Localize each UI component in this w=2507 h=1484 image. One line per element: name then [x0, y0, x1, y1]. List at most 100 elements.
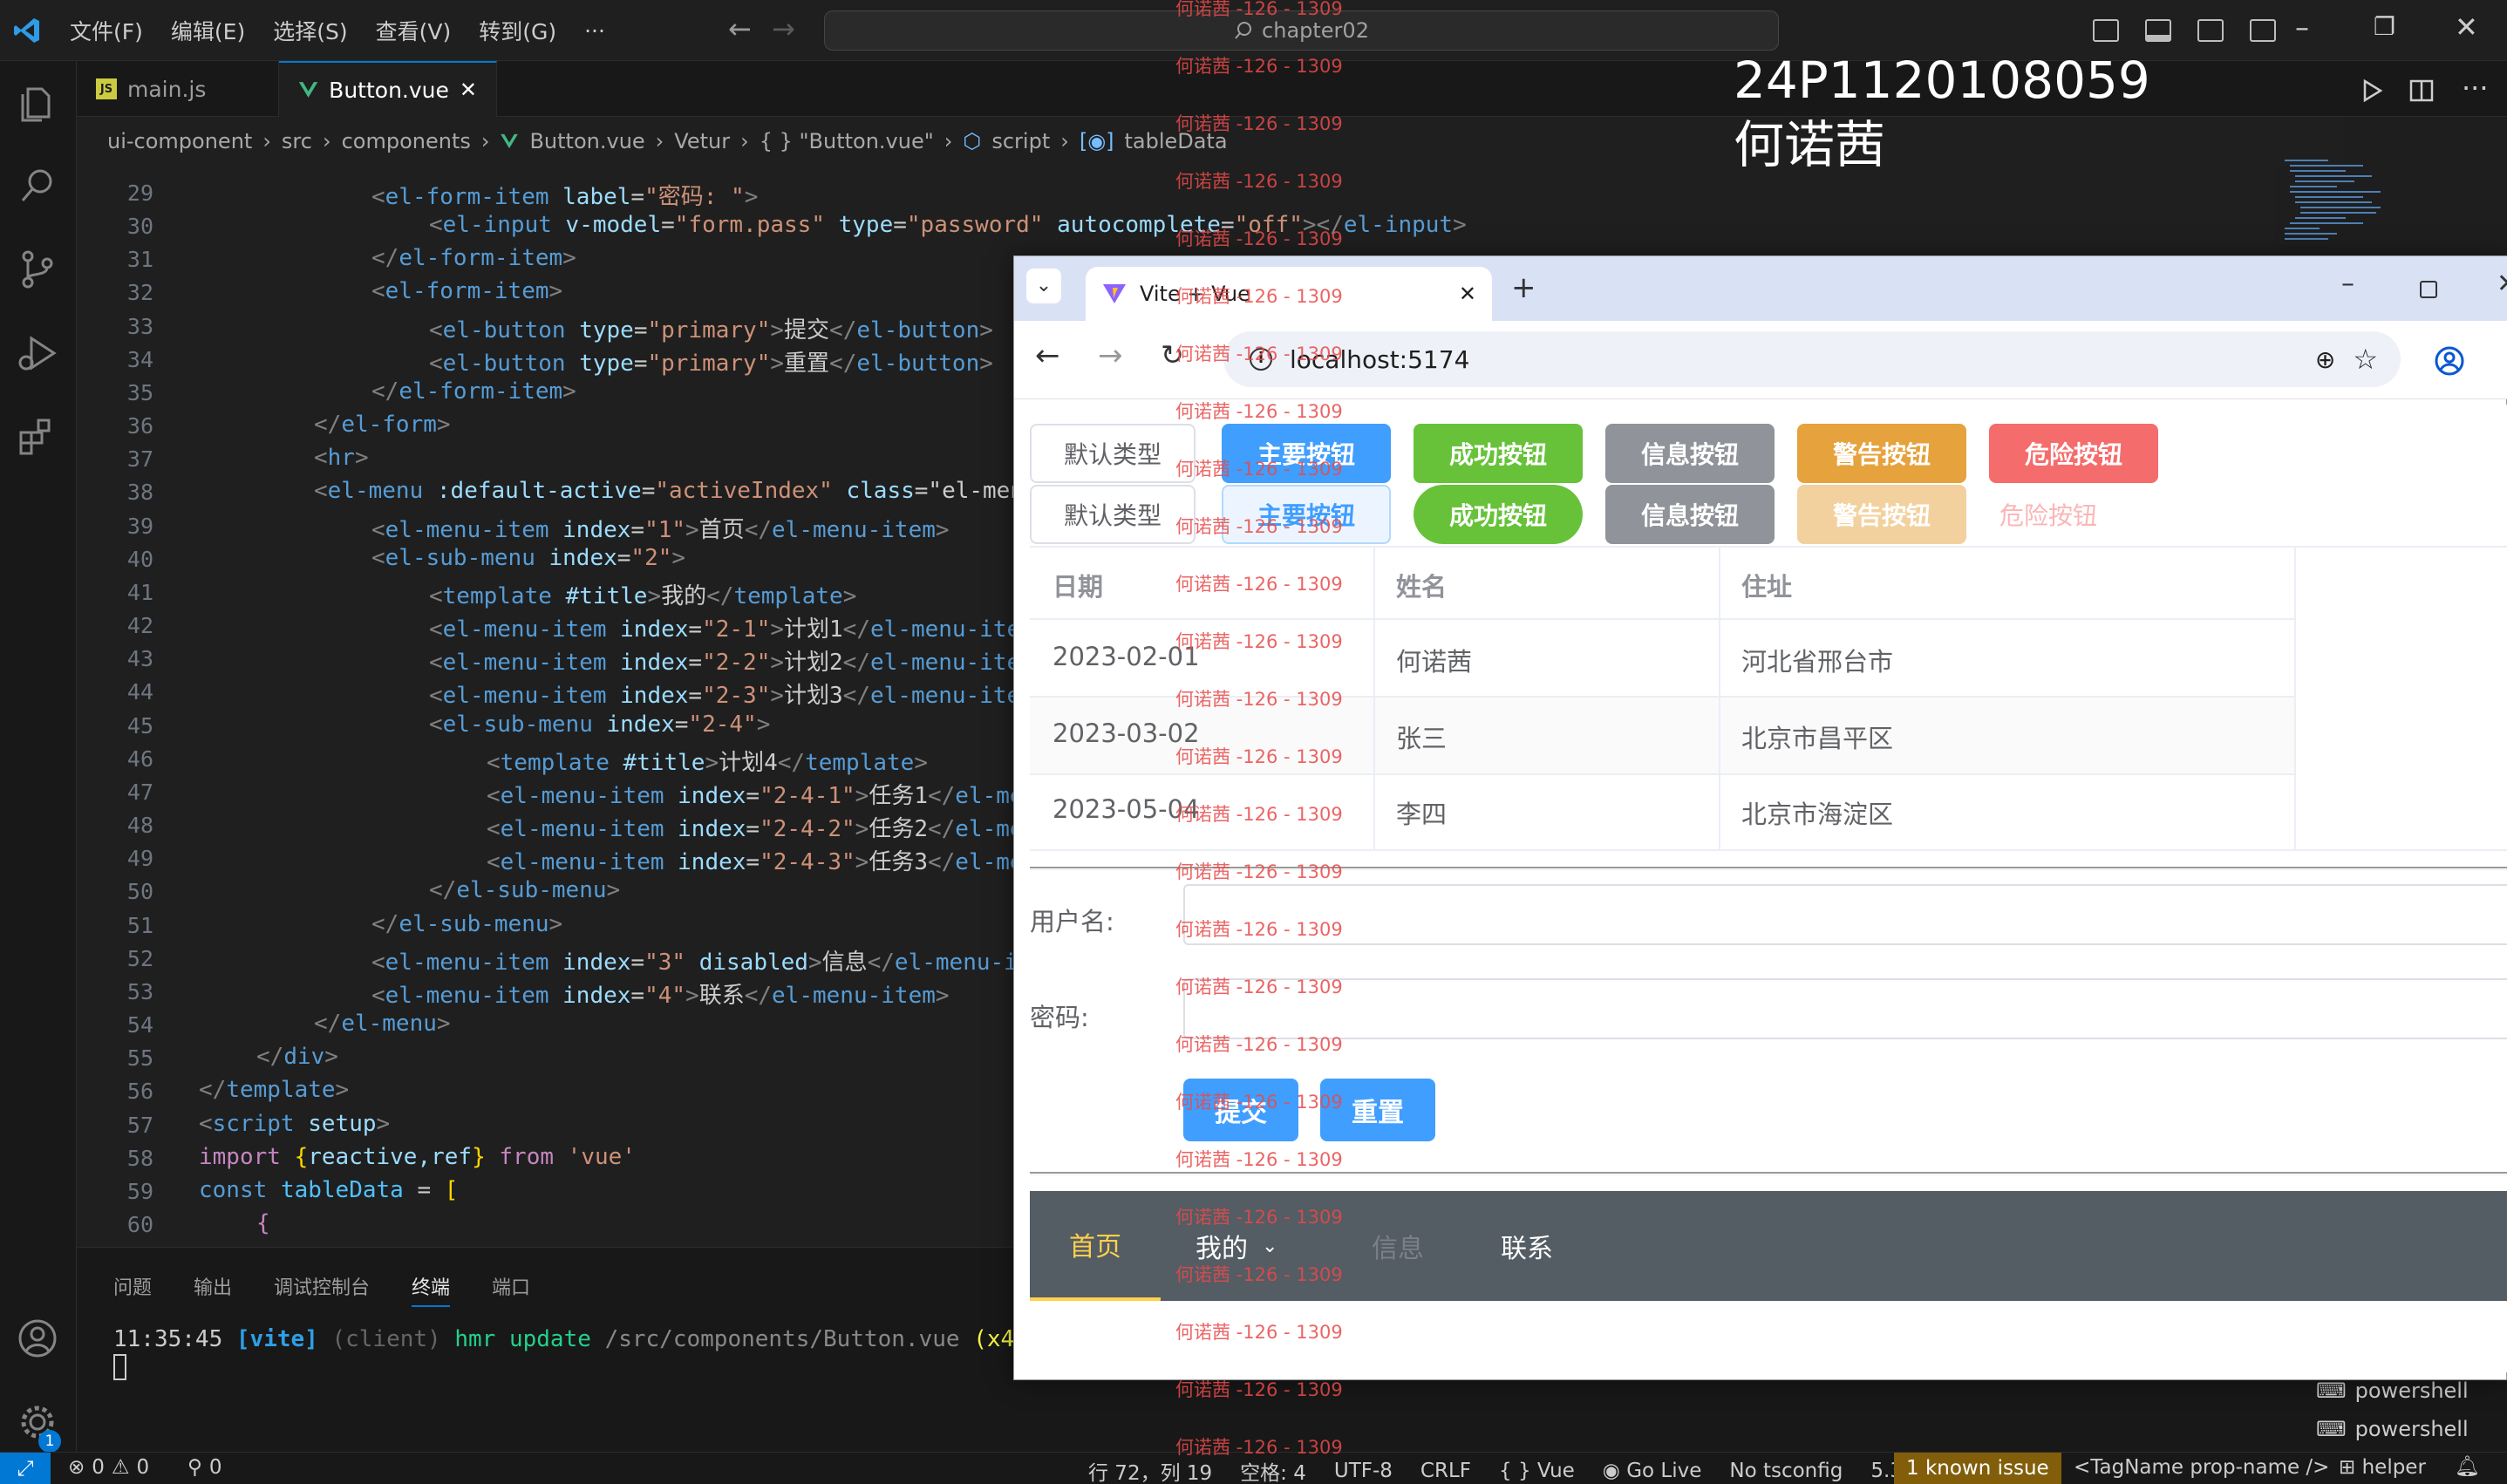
new-tab-icon[interactable]: +: [1511, 270, 1536, 305]
info-button[interactable]: 信息按钮: [1605, 424, 1775, 483]
menu-item-home[interactable]: 首页: [1030, 1191, 1161, 1301]
code-line[interactable]: <template #title>我的</template>: [429, 578, 856, 610]
menu-item-contact[interactable]: 联系: [1501, 1191, 1553, 1301]
code-line[interactable]: <el-form-item>: [371, 278, 562, 304]
tab-main-js[interactable]: JS main.js: [77, 61, 279, 117]
minimap[interactable]: [2267, 157, 2389, 253]
tab-button-vue[interactable]: Button.vue ✕: [279, 61, 497, 117]
breadcrumb-item[interactable]: Vetur: [674, 129, 730, 153]
menu-item[interactable]: 转到(G): [479, 15, 556, 46]
code-line[interactable]: <template #title>计划4</template>: [487, 745, 928, 777]
default-button[interactable]: 默认类型: [1030, 424, 1196, 483]
code-line[interactable]: </div>: [256, 1044, 338, 1070]
indentation[interactable]: 空格: 4: [1240, 1456, 1306, 1484]
ports-status[interactable]: ⚲ 0: [187, 1456, 222, 1479]
close-browser-icon[interactable]: ✕: [2497, 269, 2507, 299]
profile-icon[interactable]: [2434, 345, 2465, 377]
code-line[interactable]: <el-sub-menu index="2">: [371, 545, 685, 571]
code-line[interactable]: <el-menu :default-active="activeIndex" c…: [314, 478, 1038, 504]
forward-arrow-icon[interactable]: →: [1098, 338, 1123, 373]
explorer-icon[interactable]: [16, 80, 59, 124]
success-round-button[interactable]: 成功按钮: [1414, 485, 1583, 544]
tab-problems[interactable]: 问题: [113, 1272, 152, 1300]
username-input[interactable]: [1183, 884, 2507, 945]
code-line[interactable]: <el-button type="primary">重置</el-button>: [429, 345, 993, 378]
toggle-panel-icon[interactable]: [2145, 19, 2171, 42]
helper-status[interactable]: ⊞ helper: [2339, 1456, 2426, 1479]
danger-button[interactable]: 危险按钮: [1989, 424, 2158, 483]
go-live-button[interactable]: ◉ Go Live: [1603, 1460, 1702, 1482]
menu-item[interactable]: 编辑(E): [171, 15, 245, 46]
code-line[interactable]: <el-menu-item index="2-3">计划3</el-menu-i…: [429, 677, 1034, 710]
tab-output[interactable]: 输出: [194, 1272, 232, 1300]
source-control-icon[interactable]: [16, 248, 59, 291]
cursor-position[interactable]: 行 72，列 19: [1088, 1456, 1212, 1484]
minimize-window-icon[interactable]: –: [2295, 10, 2309, 44]
tagname-status[interactable]: <TagName prop-name />: [2074, 1456, 2329, 1479]
problems-status[interactable]: ⊗ 0 ⚠ 0: [68, 1456, 149, 1479]
code-line[interactable]: </el-form-item>: [371, 378, 576, 405]
code-line[interactable]: </el-form-item>: [371, 245, 576, 271]
code-line[interactable]: </template>: [199, 1077, 349, 1103]
code-line[interactable]: <el-menu-item index="4">联系</el-menu-item…: [371, 977, 950, 1010]
toggle-primary-sidebar-icon[interactable]: [2093, 19, 2119, 42]
forward-arrow-icon[interactable]: →: [772, 12, 795, 45]
known-issue-badge[interactable]: 1 known issue: [1894, 1453, 2061, 1484]
code-line[interactable]: </el-sub-menu>: [371, 911, 562, 937]
breadcrumb-item[interactable]: components: [342, 129, 471, 153]
extensions-icon[interactable]: [16, 415, 59, 459]
address-bar[interactable]: i localhost:5174 ⊕ ☆: [1223, 331, 2401, 387]
breadcrumb-item[interactable]: script: [991, 129, 1050, 153]
breadcrumb-item[interactable]: { } "Button.vue": [760, 129, 934, 153]
code-line[interactable]: <el-button type="primary">提交</el-button>: [429, 312, 993, 344]
menu-item[interactable]: ···: [584, 18, 605, 44]
encoding[interactable]: UTF-8: [1334, 1460, 1393, 1482]
password-input[interactable]: [1183, 978, 2507, 1039]
code-line[interactable]: <el-menu-item index="2-1">计划1</el-menu-i…: [429, 611, 1034, 643]
warning-button[interactable]: 警告按钮: [1797, 424, 1966, 483]
back-arrow-icon[interactable]: ←: [728, 12, 752, 45]
info-button-2[interactable]: 信息按钮: [1605, 485, 1775, 544]
code-line[interactable]: <el-menu-item index="1">首页</el-menu-item…: [371, 512, 950, 544]
menu-item[interactable]: 选择(S): [273, 15, 347, 46]
default-plain-button[interactable]: 默认类型: [1030, 485, 1196, 544]
restore-window-icon[interactable]: ❐: [2374, 12, 2395, 41]
minimize-browser-icon[interactable]: –: [2341, 269, 2354, 299]
code-line[interactable]: <el-menu-item index="3" disabled>信息</el-…: [371, 944, 1031, 977]
close-tab-icon[interactable]: ✕: [1459, 282, 1476, 306]
code-line[interactable]: <el-menu-item index="2-2">计划2</el-menu-i…: [429, 644, 1034, 677]
code-line[interactable]: <el-form-item label="密码: ">: [371, 179, 758, 211]
code-line[interactable]: </el-sub-menu>: [429, 877, 620, 903]
notifications-bell-icon[interactable]: 🔔︎: [2455, 1454, 2480, 1478]
code-line[interactable]: <el-menu-item index="2-4-2">任务2</el-men: [487, 811, 1037, 843]
maximize-browser-icon[interactable]: [2420, 281, 2437, 298]
close-tab-icon[interactable]: ✕: [460, 78, 477, 102]
tab-ports[interactable]: 端口: [492, 1272, 530, 1300]
line-ending[interactable]: CRLF: [1420, 1460, 1471, 1482]
tab-search-chevron-icon[interactable]: ⌄: [1026, 269, 1061, 303]
menu-item[interactable]: 查看(V): [376, 15, 452, 46]
code-line[interactable]: </el-menu>: [314, 1011, 451, 1037]
bookmark-star-icon[interactable]: ☆: [2353, 343, 2378, 376]
code-line[interactable]: <el-sub-menu index="2-4">: [429, 711, 770, 738]
code-line[interactable]: <el-menu-item index="2-4-1">任务1</el-men: [487, 778, 1037, 810]
code-line[interactable]: const tableData = [: [199, 1177, 458, 1203]
code-line[interactable]: import {reactive,ref} from 'vue': [199, 1144, 636, 1170]
code-line[interactable]: <el-menu-item index="2-4-3">任务3</el-men: [487, 844, 1037, 876]
back-arrow-icon[interactable]: ←: [1035, 338, 1060, 373]
language-mode[interactable]: { } Vue: [1499, 1460, 1575, 1482]
run-debug-icon[interactable]: [16, 331, 59, 375]
account-icon[interactable]: [16, 1317, 59, 1360]
terminal-list-item[interactable]: ⌨ powershell: [2316, 1417, 2469, 1441]
breadcrumb-item[interactable]: src: [282, 129, 312, 153]
zoom-icon[interactable]: ⊕: [2315, 345, 2335, 374]
split-editor-icon[interactable]: [2409, 78, 2434, 103]
tsconfig-status[interactable]: No tsconfig: [1729, 1460, 1843, 1482]
close-window-icon[interactable]: ✕: [2455, 10, 2478, 44]
customize-layout-icon[interactable]: [2250, 19, 2276, 42]
tab-terminal[interactable]: 终端: [412, 1272, 451, 1307]
run-icon[interactable]: [2361, 78, 2384, 103]
menu-item[interactable]: 文件(F): [70, 15, 143, 46]
success-button[interactable]: 成功按钮: [1414, 424, 1583, 483]
code-line[interactable]: </el-form>: [314, 412, 451, 438]
